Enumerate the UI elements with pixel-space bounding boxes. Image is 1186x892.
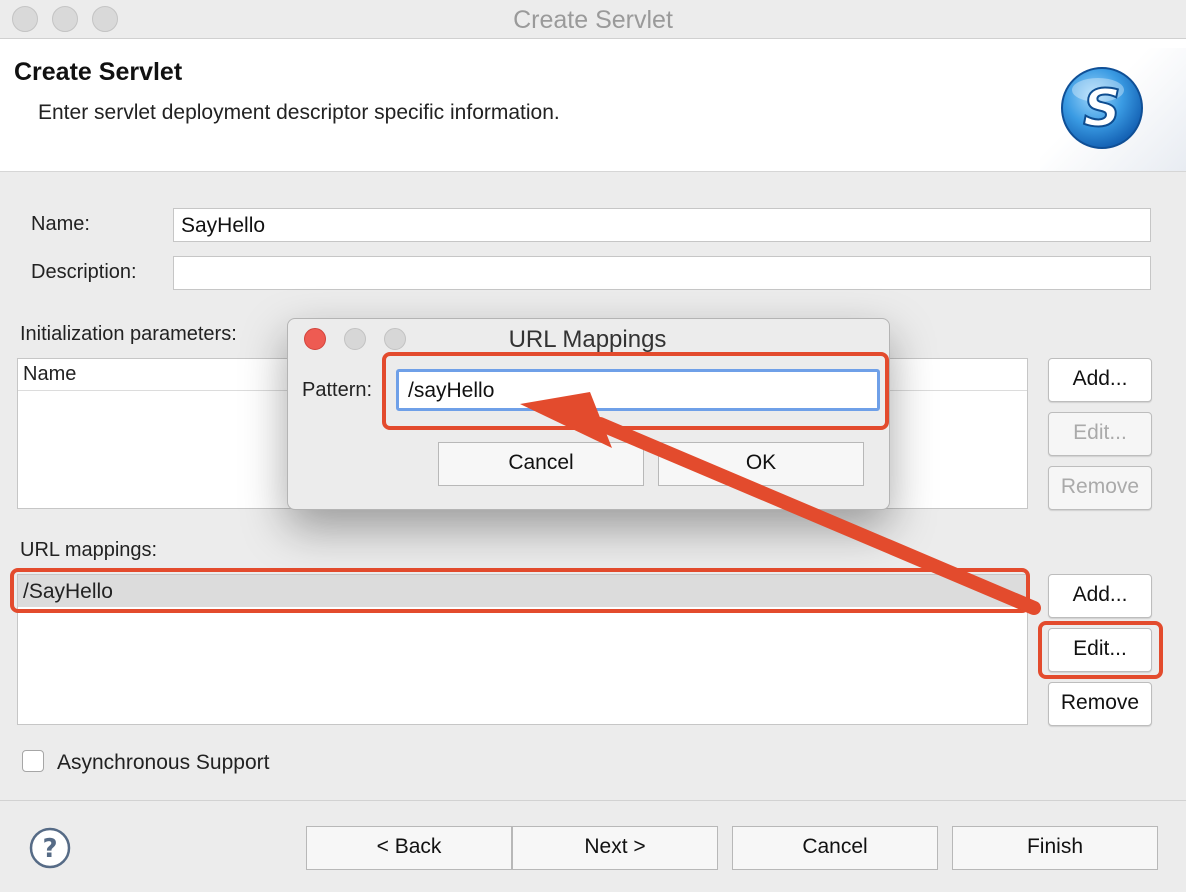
pattern-label: Pattern: bbox=[302, 379, 373, 401]
help-icon[interactable]: ? bbox=[28, 826, 72, 870]
cancel-button[interactable]: Cancel bbox=[732, 826, 938, 870]
back-button[interactable]: < Back bbox=[306, 826, 512, 870]
async-support-checkbox[interactable] bbox=[22, 750, 44, 772]
init-add-button[interactable]: Add... bbox=[1048, 358, 1152, 402]
name-field[interactable]: SayHello bbox=[173, 208, 1151, 242]
dialog-cancel-button[interactable]: Cancel bbox=[438, 442, 644, 486]
init-params-label: Initialization parameters: bbox=[20, 323, 237, 345]
init-edit-button[interactable]: Edit... bbox=[1048, 412, 1152, 456]
next-button[interactable]: Next > bbox=[512, 826, 718, 870]
url-add-button[interactable]: Add... bbox=[1048, 574, 1152, 618]
url-mappings-label: URL mappings: bbox=[20, 539, 158, 561]
annotation-box-mapping bbox=[10, 568, 1030, 613]
init-remove-button[interactable]: Remove bbox=[1048, 466, 1152, 510]
page-title: Create Servlet bbox=[14, 58, 183, 86]
name-label: Name: bbox=[31, 213, 90, 235]
svg-text:?: ? bbox=[42, 834, 57, 864]
finish-button[interactable]: Finish bbox=[952, 826, 1158, 870]
description-field[interactable] bbox=[173, 256, 1151, 290]
dialog-ok-button[interactable]: OK bbox=[658, 442, 864, 486]
async-support-label: Asynchronous Support bbox=[57, 751, 270, 774]
annotation-box-edit bbox=[1038, 621, 1163, 679]
servlet-logo-icon: S bbox=[1061, 67, 1143, 149]
page-subtitle: Enter servlet deployment descriptor spec… bbox=[38, 101, 560, 124]
description-label: Description: bbox=[31, 261, 137, 283]
window-title: Create Servlet bbox=[513, 6, 673, 34]
annotation-box-pattern bbox=[382, 352, 889, 430]
url-remove-button[interactable]: Remove bbox=[1048, 682, 1152, 726]
footer-divider bbox=[0, 800, 1186, 801]
dialog-title: URL Mappings bbox=[508, 326, 667, 353]
svg-text:S: S bbox=[1083, 79, 1120, 139]
